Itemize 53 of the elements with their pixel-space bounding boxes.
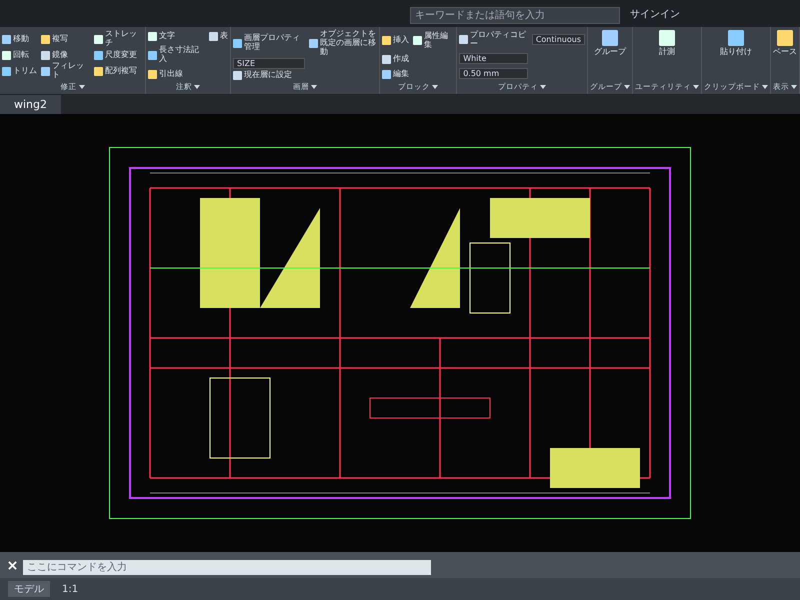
caret-icon	[693, 85, 699, 90]
close-icon[interactable]	[8, 560, 17, 570]
tool-icon	[413, 36, 422, 46]
ribbon-tool-button[interactable]: 配列複写	[94, 62, 144, 80]
ribbon-tool-button[interactable]: 作成	[382, 53, 410, 66]
tool-icon	[459, 35, 468, 44]
ribbon-tool-button[interactable]: 移動	[2, 30, 37, 48]
ribbon-tool-button[interactable]: 回転	[2, 50, 37, 60]
property-dropdown[interactable]: 0.50 mm	[459, 68, 528, 80]
caret-icon	[791, 85, 797, 90]
ribbon-tool-button[interactable]: 現在層に設定	[233, 71, 306, 80]
ribbon-tool-button[interactable]: フィレット	[41, 62, 90, 80]
tool-icon	[209, 32, 218, 41]
caret-icon	[311, 85, 318, 90]
ribbon-tool-button[interactable]: 表	[209, 30, 228, 43]
caret-icon	[194, 85, 200, 90]
ribbon-tool-button[interactable]: 引出線	[148, 68, 206, 80]
caret-icon	[762, 85, 768, 90]
ribbon-tool-button[interactable]: トリム	[2, 62, 37, 80]
caret-icon	[432, 85, 438, 90]
caret-icon	[624, 85, 630, 90]
tool-icon	[309, 38, 318, 48]
tool-icon	[233, 71, 242, 80]
caret-icon	[540, 85, 546, 90]
ribbon-tool-button[interactable]: 尺度変更	[94, 50, 144, 60]
tool-icon	[233, 38, 242, 48]
ribbon-tool-button[interactable]: 属性編集	[413, 30, 454, 52]
ribbon-tool-button[interactable]: 鏡像	[41, 50, 90, 60]
ribbon-tool-button[interactable]: プロパティコピー	[459, 30, 528, 50]
tool-icon	[602, 30, 618, 46]
property-dropdown[interactable]: Continuous	[532, 34, 585, 46]
ribbon-tool-button[interactable]: 複写	[41, 30, 90, 48]
model-tab[interactable]: モデル	[8, 581, 50, 597]
ribbon-tool-button[interactable]: 編集	[382, 68, 410, 80]
property-dropdown[interactable]: White	[459, 52, 528, 64]
tool-icon	[728, 30, 744, 46]
ribbon-tool-button[interactable]: グループ	[594, 30, 626, 80]
ribbon-tool-button[interactable]: ベース	[773, 30, 797, 80]
tool-icon	[659, 30, 675, 46]
ribbon-tool-button[interactable]: 貼り付け	[720, 30, 752, 80]
file-tab[interactable]: wing2	[0, 95, 62, 114]
ribbon-tool-button[interactable]: 計測	[659, 30, 675, 80]
ribbon-tool-button[interactable]: 画層プロパティ管理	[233, 30, 306, 56]
ribbon-tool-button[interactable]: 挿入	[382, 30, 410, 52]
ribbon-tool-button[interactable]: ストレッチ	[94, 30, 144, 48]
ribbon-tool-button[interactable]: 長さ寸法記入	[148, 44, 206, 66]
caret-icon	[78, 85, 85, 90]
sign-in-link[interactable]: サインイン	[630, 6, 680, 20]
property-dropdown[interactable]: SIZE	[233, 58, 306, 70]
tool-icon	[777, 30, 793, 46]
annotation-scale[interactable]: 1:1	[62, 584, 78, 594]
ribbon-tool-button[interactable]: 文字	[148, 30, 206, 43]
ribbon-tool-button[interactable]: オブジェクトを既定の画層に移動	[309, 30, 378, 56]
